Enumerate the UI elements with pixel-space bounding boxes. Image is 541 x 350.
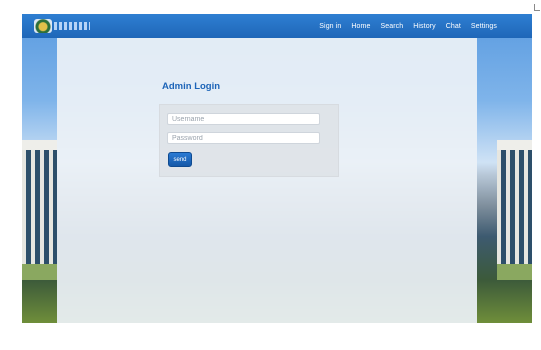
password-input[interactable] — [167, 132, 320, 144]
send-button[interactable]: send — [168, 152, 192, 167]
nav-item-sign-in[interactable]: Sign in — [319, 23, 341, 30]
content-panel: Admin Login send — [57, 38, 477, 323]
site-logo[interactable] — [34, 18, 90, 34]
nav-item-history[interactable]: History — [413, 23, 435, 30]
background-building-left — [22, 140, 57, 280]
top-navbar: Sign in Home Search History Chat Setting… — [22, 14, 532, 38]
page-title: Admin Login — [162, 81, 221, 92]
nav-menu: Sign in Home Search History Chat Setting… — [319, 14, 497, 38]
background-building-right — [497, 140, 532, 280]
nav-item-home[interactable]: Home — [351, 23, 370, 30]
nav-item-chat[interactable]: Chat — [446, 23, 461, 30]
logo-emblem-icon — [34, 19, 52, 33]
page-frame: Sign in Home Search History Chat Setting… — [22, 14, 532, 323]
nav-item-search[interactable]: Search — [380, 23, 403, 30]
username-input[interactable] — [167, 113, 320, 125]
nav-item-settings[interactable]: Settings — [471, 23, 497, 30]
login-form: send — [159, 104, 339, 177]
window-corner-mark — [534, 4, 540, 11]
logo-text — [54, 22, 90, 30]
